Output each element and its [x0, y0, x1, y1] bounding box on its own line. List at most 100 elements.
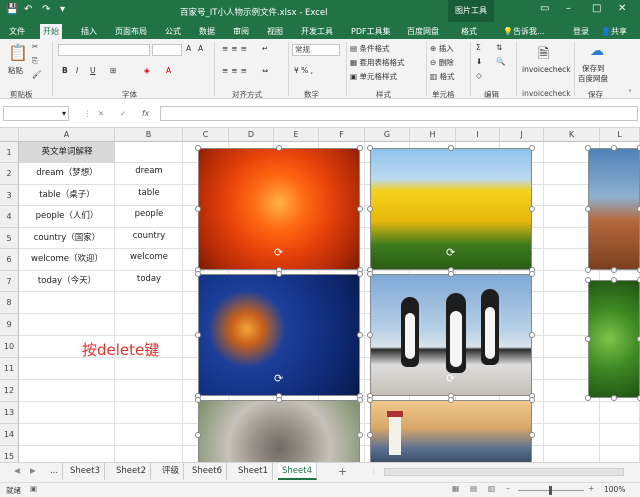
sheet-tab-ellipsis[interactable]: ...: [46, 463, 64, 480]
column-header-j[interactable]: J: [500, 128, 544, 142]
macro-record-icon[interactable]: ▣: [30, 484, 37, 493]
minimize-icon[interactable]: –: [566, 3, 571, 14]
row-header-12[interactable]: 12: [0, 380, 19, 402]
wrap-text-icon[interactable]: ↵: [262, 44, 268, 53]
formula-enter-icon[interactable]: ✓: [120, 109, 126, 118]
resize-handle[interactable]: [357, 145, 363, 151]
tab-formulas[interactable]: 公式: [162, 24, 184, 39]
picture-lighthouse[interactable]: [370, 400, 532, 462]
resize-handle[interactable]: [529, 206, 535, 212]
autosum-icon[interactable]: Σ: [476, 43, 481, 52]
tab-baidu-netdisk[interactable]: 百度网盘: [404, 24, 442, 39]
resize-handle[interactable]: [585, 206, 591, 212]
row-header-2[interactable]: 2: [0, 163, 19, 185]
horizontal-align-icons[interactable]: ≡≡≡: [222, 66, 250, 75]
row-header-11[interactable]: 11: [0, 358, 19, 380]
italic-button[interactable]: I: [76, 66, 78, 75]
delete-cells-button[interactable]: ⊖ 删除: [430, 57, 454, 68]
format-cells-button[interactable]: ▥ 格式: [430, 71, 454, 82]
cell-b6[interactable]: welcome: [115, 252, 183, 262]
resize-handle[interactable]: [276, 145, 282, 151]
resize-handle[interactable]: [367, 432, 373, 438]
resize-handle[interactable]: [357, 206, 363, 212]
picture-koala[interactable]: [198, 400, 360, 462]
clear-icon[interactable]: ◇: [476, 71, 482, 80]
resize-handle[interactable]: [195, 145, 201, 151]
rotate-handle-icon[interactable]: ⟳: [274, 246, 283, 259]
formula-cancel-icon[interactable]: ✕: [98, 109, 104, 118]
insert-function-icon[interactable]: fx: [142, 109, 149, 118]
customize-quick-access-icon[interactable]: ▾: [60, 4, 65, 15]
resize-handle[interactable]: [448, 271, 454, 277]
resize-handle[interactable]: [529, 145, 535, 151]
rotate-handle-icon[interactable]: ⟳: [446, 372, 455, 385]
column-header-f[interactable]: F: [319, 128, 365, 142]
normal-view-icon[interactable]: ▦: [452, 484, 459, 493]
resize-handle[interactable]: [611, 267, 617, 273]
column-header-e[interactable]: E: [274, 128, 319, 142]
resize-handle[interactable]: [585, 145, 591, 151]
row-header-14[interactable]: 14: [0, 424, 19, 446]
tab-pdf-tools[interactable]: PDF工具集: [348, 24, 394, 39]
cell-a5[interactable]: country（国家）: [19, 231, 115, 243]
cell-a2[interactable]: dream（梦想）: [19, 166, 115, 178]
row-header-1[interactable]: 1: [0, 142, 19, 163]
collapse-ribbon-icon[interactable]: ˄: [628, 89, 632, 98]
merge-center-icon[interactable]: ⇔: [262, 66, 268, 75]
row-header-3[interactable]: 3: [0, 185, 19, 206]
cell-a4[interactable]: people（人们）: [19, 209, 115, 221]
row-header-4[interactable]: 4: [0, 206, 19, 228]
name-box-dropdown-icon[interactable]: ▾: [62, 107, 66, 121]
save-to-baidu-line2[interactable]: 百度网盘: [578, 73, 608, 84]
add-sheet-button[interactable]: +: [338, 465, 347, 478]
fill-color-icon[interactable]: ◈: [144, 66, 150, 75]
page-break-view-icon[interactable]: ▥: [488, 484, 495, 493]
header-cell[interactable]: 英文单词解释: [19, 142, 115, 163]
border-icon[interactable]: ⊞: [110, 66, 116, 75]
sheet-tab-sheet6[interactable]: Sheet6: [188, 463, 227, 480]
cell-b3[interactable]: table: [115, 188, 183, 198]
tab-home[interactable]: 开始: [40, 24, 62, 39]
cell-b2[interactable]: dream: [115, 166, 183, 176]
rotate-handle-icon[interactable]: ⟳: [446, 246, 455, 259]
column-header-a[interactable]: A: [19, 128, 115, 142]
login-link[interactable]: 登录: [570, 24, 592, 39]
underline-button[interactable]: U: [90, 66, 96, 75]
insert-cells-button[interactable]: ⊕ 插入: [430, 43, 454, 54]
rotate-handle-icon[interactable]: ⟳: [274, 372, 283, 385]
fill-icon[interactable]: ⬇: [476, 57, 482, 66]
column-header-g[interactable]: G: [365, 128, 410, 142]
tab-developer[interactable]: 开发工具: [298, 24, 336, 39]
resize-handle[interactable]: [529, 271, 535, 277]
resize-handle[interactable]: [529, 332, 535, 338]
resize-handle[interactable]: [585, 336, 591, 342]
tell-me-search[interactable]: 💡告诉我...: [500, 24, 548, 39]
font-name-select[interactable]: [58, 44, 150, 56]
cell-style-button[interactable]: ▣ 单元格样式: [350, 71, 397, 82]
resize-handle[interactable]: [276, 397, 282, 403]
find-select-icon[interactable]: 🔍: [496, 57, 505, 66]
share-button[interactable]: 👤共享: [598, 24, 630, 39]
resize-handle[interactable]: [195, 332, 201, 338]
zoom-level[interactable]: 100%: [604, 485, 625, 494]
resize-handle[interactable]: [585, 267, 591, 273]
column-header-h[interactable]: H: [410, 128, 456, 142]
table-format-button[interactable]: ▦ 套用表格格式: [350, 57, 404, 68]
cell-a6[interactable]: welcome（欢迎）: [19, 252, 115, 264]
picture-desert[interactable]: [588, 148, 640, 270]
currency-icon[interactable]: ¥ % ,: [294, 66, 313, 75]
worksheet-grid[interactable]: ABCDEFGHIJKL 1 2 3 4 5 6 7 8 9 10 11 12 13 14 15 英文单词解…: [0, 128, 640, 462]
resize-handle[interactable]: [195, 397, 201, 403]
resize-handle[interactable]: [367, 397, 373, 403]
resize-handle[interactable]: [357, 271, 363, 277]
row-header-13[interactable]: 13: [0, 402, 19, 424]
row-header-8[interactable]: 8: [0, 292, 19, 314]
resize-handle[interactable]: [529, 432, 535, 438]
tab-view[interactable]: 视图: [264, 24, 286, 39]
resize-handle[interactable]: [195, 206, 201, 212]
row-header-7[interactable]: 7: [0, 271, 19, 292]
tab-format[interactable]: 格式: [458, 24, 480, 39]
resize-handle[interactable]: [357, 397, 363, 403]
row-header-6[interactable]: 6: [0, 249, 19, 271]
font-color-icon[interactable]: A: [166, 66, 171, 75]
